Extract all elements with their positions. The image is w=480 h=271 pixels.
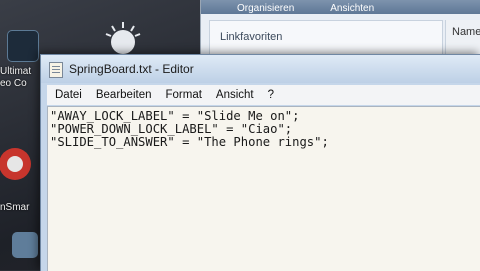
menu-bar: Datei Bearbeiten Format Ansicht ? [47,85,480,105]
app-icon [7,30,39,62]
link-favorites-header: Linkfavoriten [220,31,283,43]
desktop-icon-label: nSmar [0,202,30,213]
menu-datei[interactable]: Datei [55,89,82,101]
menu-ansicht[interactable]: Ansicht [216,89,254,101]
column-header-name[interactable]: Name [452,26,480,38]
desktop-icon-label: Ultimat [0,66,32,77]
notepad-icon [49,62,63,78]
menu-bearbeiten[interactable]: Bearbeiten [96,89,152,101]
views-button[interactable]: Ansichten [330,3,374,14]
text-editor-area[interactable]: "AWAY_LOCK_LABEL" = "Slide Me on"; "POWE… [47,106,480,271]
menu-format[interactable]: Format [165,89,201,101]
desktop-icon-label: eo Co [0,78,27,89]
desktop-icon-media[interactable] [100,20,146,58]
desktop-icon-red[interactable] [0,140,38,192]
sunburst-icon [105,22,141,54]
title-bar[interactable]: SpringBoard.txt - Editor [41,55,480,83]
menu-help[interactable]: ? [268,89,274,101]
window-title: SpringBoard.txt - Editor [69,62,194,76]
text-line: "AWAY_LOCK_LABEL" = "Slide Me on"; [50,109,300,123]
text-line: "SLIDE_TO_ANSWER" = "The Phone rings"; [50,135,329,149]
organize-button[interactable]: Organisieren [237,3,294,14]
generic-icon [12,232,38,258]
explorer-toolbar: Organisieren Ansichten [201,0,480,14]
red-circle-icon [0,148,31,180]
notepad-window[interactable]: SpringBoard.txt - Editor Datei Bearbeite… [40,54,480,271]
text-line: "POWER_DOWN_LOCK_LABEL" = "Ciao"; [50,122,293,136]
